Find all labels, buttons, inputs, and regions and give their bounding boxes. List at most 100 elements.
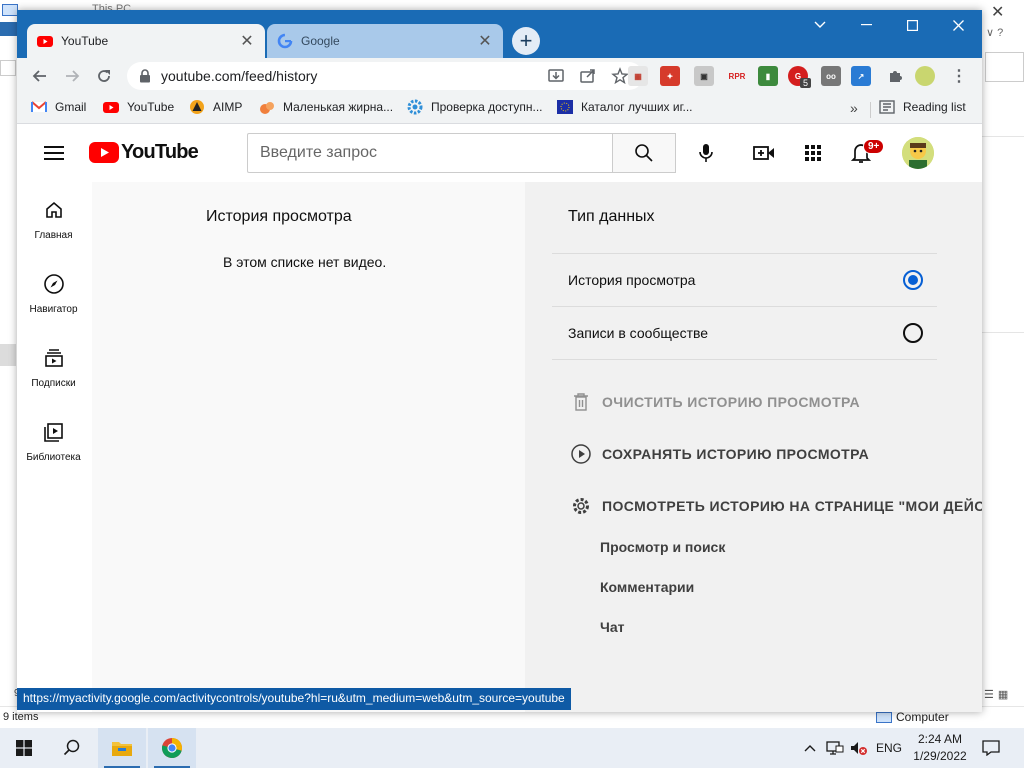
close-tab-icon[interactable]: ✕ (239, 31, 255, 51)
new-tab-button[interactable]: + (512, 27, 540, 55)
eu-flag-icon (557, 100, 573, 114)
start-button[interactable] (0, 728, 48, 768)
pause-history-button[interactable]: СОХРАНЯТЬ ИСТОРИЮ ПРОСМОТРА (570, 442, 869, 466)
back-button[interactable] (27, 63, 53, 89)
taskbar-search-button[interactable] (48, 728, 96, 768)
bookmark-games-catalog[interactable]: Каталог лучших иг... (557, 99, 693, 115)
share-icon[interactable] (579, 67, 597, 85)
background-close-icon[interactable]: ✕ (991, 2, 1004, 22)
apps-grid-icon (805, 145, 821, 161)
network-status[interactable] (826, 728, 844, 768)
guide-item-library[interactable]: Библиотека (17, 404, 90, 478)
extension-adblock-icon[interactable]: ✦ (660, 66, 680, 86)
reload-button[interactable] (91, 63, 117, 89)
guide-item-explore[interactable]: Навигатор (17, 256, 90, 330)
sub-link-chat[interactable]: Чат (600, 619, 624, 635)
volume-status[interactable] (850, 728, 868, 768)
bookmark-gmail[interactable]: Gmail (31, 99, 86, 115)
input-language[interactable]: ENG (876, 728, 902, 768)
extension-arrow-icon[interactable]: ↗ (851, 66, 871, 86)
address-bar[interactable]: youtube.com/feed/history (127, 62, 643, 90)
background-right-panel (982, 24, 1024, 704)
profile-avatar-icon[interactable] (915, 66, 935, 86)
empty-list-message: В этом списке нет видео. (223, 254, 387, 270)
create-video-button[interactable] (752, 141, 776, 165)
background-ribbon-file-tab[interactable] (0, 22, 18, 36)
google-favicon-icon (277, 33, 293, 49)
data-type-watch-history[interactable]: История просмотра (568, 254, 923, 306)
extensions-puzzle-icon[interactable] (885, 66, 905, 86)
clock-time: 2:24 AM (917, 732, 963, 746)
search-button[interactable] (612, 133, 676, 173)
data-type-community-posts[interactable]: Записи в сообществе (568, 307, 923, 359)
microphone-icon (699, 144, 713, 162)
extension-rpr-icon[interactable]: RPR (724, 66, 750, 86)
action-center-button[interactable] (982, 728, 1000, 768)
bookmark-orange-icon (260, 102, 274, 114)
extension-paper-icon[interactable]: ▦ (628, 66, 648, 86)
sub-link-comments[interactable]: Комментарии (600, 579, 694, 595)
apps-button[interactable] (801, 141, 825, 165)
sub-link-watch-and-search[interactable]: Просмотр и поиск (600, 539, 725, 555)
radio-unselected[interactable] (903, 323, 923, 343)
taskbar-clock[interactable]: 2:24 AM 1/29/2022 (908, 731, 972, 765)
aimp-icon (190, 100, 204, 114)
background-search-field[interactable] (985, 52, 1024, 82)
close-tab-icon[interactable]: ✕ (477, 31, 493, 51)
extension-tape-icon[interactable]: oo (821, 66, 841, 86)
voice-search-button[interactable] (688, 135, 724, 171)
maximize-button[interactable] (889, 10, 935, 40)
video-camera-plus-icon (753, 146, 774, 160)
tab-google[interactable]: Google ✕ (267, 24, 503, 58)
search-icon (635, 144, 653, 162)
bookmark-youtube[interactable]: YouTube (103, 99, 174, 115)
forward-button[interactable] (59, 63, 85, 89)
url-text: youtube.com/feed/history (161, 68, 318, 84)
bookmark-label: Маленькая жирна... (283, 100, 394, 114)
data-type-label: Записи в сообществе (568, 325, 709, 341)
background-status-items: 9 items (3, 711, 39, 723)
youtube-logo[interactable]: YouTube (89, 141, 199, 164)
background-divider (982, 332, 1024, 333)
tab-youtube[interactable]: YouTube ✕ (27, 24, 265, 58)
close-window-button[interactable] (935, 10, 981, 40)
search-input[interactable]: Введите запрос (247, 133, 613, 173)
bookmark-label: Каталог лучших иг... (581, 100, 693, 114)
account-avatar[interactable] (902, 137, 934, 169)
background-view-toggle-icons[interactable]: ☰▦ (984, 688, 1012, 701)
chrome-menu-icon[interactable]: ⋮ (949, 66, 969, 86)
minimize-button[interactable] (843, 10, 889, 40)
guide-item-home[interactable]: Главная (17, 182, 90, 256)
action-label: ОЧИСТИТЬ ИСТОРИЮ ПРОСМОТРА (602, 394, 861, 410)
clear-history-button[interactable]: ОЧИСТИТЬ ИСТОРИЮ ПРОСМОТРА (570, 390, 860, 414)
extension-green-icon[interactable]: ▮ (758, 66, 778, 86)
tab-label: Google (301, 34, 340, 48)
bookmarks-overflow-icon[interactable]: » (850, 100, 858, 116)
notification-count-badge: 9+ (863, 139, 885, 154)
show-hidden-icons-button[interactable] (804, 728, 816, 768)
link-status-bubble: https://myactivity.google.com/activityco… (17, 688, 571, 710)
browser-toolbar: youtube.com/feed/history ▦ ✦ ▣ RPR ▮ G 5… (17, 58, 982, 94)
taskbar-file-explorer[interactable] (98, 728, 146, 768)
data-type-label: История просмотра (568, 272, 696, 288)
guide-item-subscriptions[interactable]: Подписки (17, 330, 90, 404)
my-activity-link[interactable]: ПОСМОТРЕТЬ ИСТОРИЮ НА СТРАНИЦЕ "МОИ ДЕЙС (570, 494, 982, 518)
extension-screenshot-icon[interactable]: ▣ (694, 66, 714, 86)
background-nav-selected-item[interactable] (0, 344, 16, 366)
bookmark-aimp[interactable]: AIMP (189, 99, 242, 115)
background-chevron-down-icon[interactable]: ∨ ? (986, 26, 1003, 39)
guide-label: Библиотека (26, 452, 81, 463)
menu-icon[interactable] (44, 146, 64, 160)
bookmark-availability-check[interactable]: Проверка доступн... (407, 99, 543, 115)
radio-selected[interactable] (903, 270, 923, 290)
taskbar-chrome[interactable] (148, 728, 196, 768)
history-settings-panel: Тип данных История просмотра Записи в со… (525, 182, 982, 712)
bookmark-label: YouTube (127, 100, 175, 114)
bookmark-star-icon[interactable] (611, 67, 629, 85)
install-app-icon[interactable] (547, 67, 565, 85)
notification-icon (982, 740, 1000, 756)
reading-list-button[interactable]: Reading list (879, 99, 966, 115)
play-circle-icon (571, 444, 591, 464)
bookmark-little-fat[interactable]: Маленькая жирна... (259, 99, 393, 115)
tab-search-chevron-icon[interactable] (797, 10, 843, 40)
